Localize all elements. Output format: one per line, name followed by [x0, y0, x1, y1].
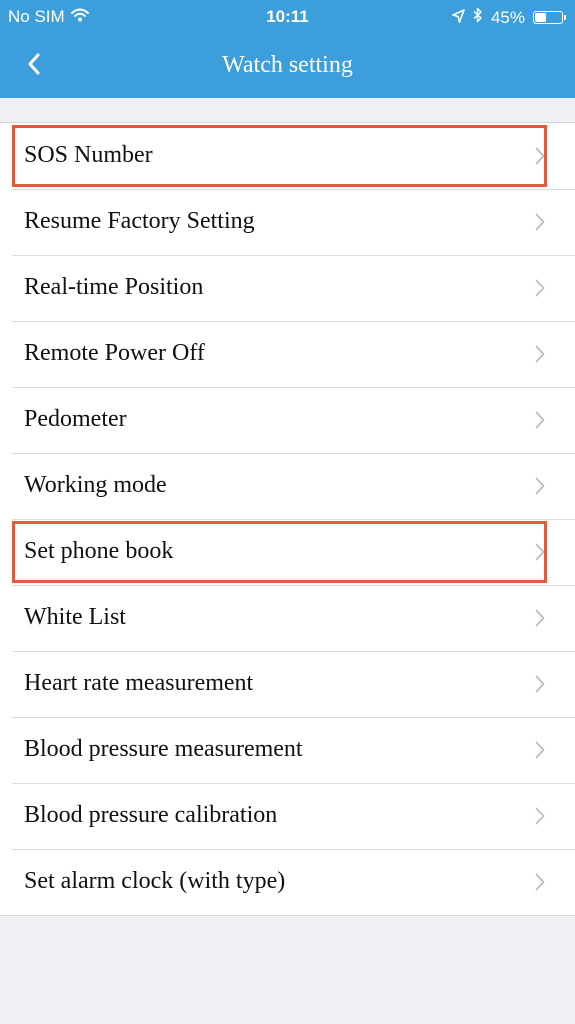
- settings-row[interactable]: Blood pressure measurement: [0, 717, 575, 783]
- settings-row-label: Blood pressure measurement: [24, 736, 303, 762]
- settings-row-label: White List: [24, 604, 126, 630]
- chevron-right-icon: [535, 807, 545, 830]
- settings-row[interactable]: Working mode: [0, 453, 575, 519]
- location-arrow-icon: [452, 8, 465, 28]
- battery-fill: [535, 13, 546, 22]
- settings-row[interactable]: Heart rate measurement: [0, 651, 575, 717]
- chevron-right-icon: [535, 609, 545, 632]
- settings-row[interactable]: White List: [0, 585, 575, 651]
- chevron-right-icon: [535, 675, 545, 698]
- header: No SIM 10:11 45% Watch setting: [0, 0, 575, 98]
- settings-row-label: Blood pressure calibration: [24, 802, 278, 828]
- chevron-right-icon: [535, 147, 545, 170]
- settings-row[interactable]: Blood pressure calibration: [0, 783, 575, 849]
- battery-percent: 45%: [490, 7, 525, 27]
- battery-icon: [533, 11, 566, 24]
- chevron-right-icon: [535, 873, 545, 896]
- settings-row-label: Real-time Position: [24, 274, 204, 300]
- settings-row[interactable]: Pedometer: [0, 387, 575, 453]
- chevron-right-icon: [535, 345, 545, 368]
- bluetooth-icon: [473, 7, 483, 28]
- status-bar: No SIM 10:11 45%: [0, 0, 575, 34]
- settings-row-label: Set alarm clock (with type): [24, 868, 286, 894]
- settings-row-label: Heart rate measurement: [24, 670, 254, 696]
- settings-row[interactable]: Set phone book: [0, 519, 575, 585]
- settings-row[interactable]: SOS Number: [0, 123, 575, 189]
- settings-row[interactable]: Resume Factory Setting: [0, 189, 575, 255]
- chevron-right-icon: [535, 411, 545, 434]
- settings-row[interactable]: Set alarm clock (with type): [0, 849, 575, 915]
- settings-row-label: Pedometer: [24, 406, 127, 432]
- chevron-right-icon: [535, 543, 545, 566]
- settings-row-label: Working mode: [24, 472, 167, 498]
- settings-row-label: Resume Factory Setting: [24, 208, 255, 234]
- chevron-right-icon: [535, 477, 545, 500]
- page-title: Watch setting: [222, 52, 353, 78]
- chevron-right-icon: [535, 741, 545, 764]
- settings-row[interactable]: Real-time Position: [0, 255, 575, 321]
- settings-row-label: Remote Power Off: [24, 340, 205, 366]
- settings-row[interactable]: Remote Power Off: [0, 321, 575, 387]
- settings-list: SOS Number Resume Factory Setting Real-tim…: [0, 122, 575, 916]
- status-right: 45%: [452, 7, 566, 28]
- settings-row-label: Set phone book: [24, 538, 174, 564]
- nav-bar: Watch setting: [0, 34, 575, 98]
- settings-row-label: SOS Number: [24, 142, 153, 168]
- chevron-right-icon: [535, 213, 545, 236]
- chevron-right-icon: [535, 279, 545, 302]
